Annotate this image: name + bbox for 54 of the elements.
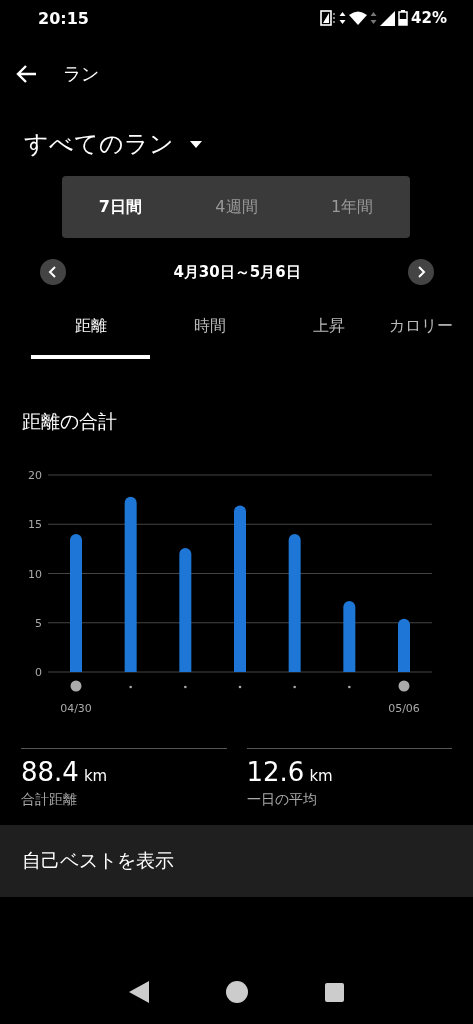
wifi-icon [349, 11, 368, 25]
day-dot [184, 685, 187, 689]
distance-bar[interactable] [398, 618, 410, 672]
day-dot [238, 685, 242, 689]
day-dot [129, 685, 132, 689]
date-marker [70, 680, 82, 692]
day-dot [293, 685, 296, 689]
x-axis-label: 04/30 [60, 702, 92, 715]
chevron-right-icon [416, 265, 426, 279]
distance-bar[interactable] [288, 534, 301, 672]
signal-icon [380, 10, 396, 26]
distance-bar[interactable] [124, 496, 137, 672]
next-button[interactable] [408, 259, 434, 285]
period-tab[interactable]: 4週間 [209, 192, 264, 222]
y-axis-label: 10 [28, 567, 42, 581]
home-icon[interactable] [226, 981, 248, 1003]
section-title: 距離の合計 [21, 409, 118, 434]
stat-unit: km [309, 767, 333, 785]
period-tab[interactable]: 1年間 [325, 192, 380, 222]
metric-tab[interactable]: 時間 [150, 311, 269, 359]
previous-button[interactable] [40, 259, 66, 285]
personal-best-button[interactable]: 自己ベストを表示 [0, 825, 473, 897]
data-arrows-icon [339, 11, 347, 25]
battery-icon [398, 10, 409, 26]
stat-value: 88.4 [21, 757, 79, 787]
y-axis-label: 0 [35, 666, 42, 679]
stat-value: 12.6 [246, 757, 305, 787]
y-axis-label: 5 [35, 616, 42, 630]
screen-title: ラン [63, 62, 99, 86]
distance-bar[interactable] [179, 547, 192, 672]
recents-icon[interactable] [325, 982, 345, 1002]
battery-percent: 42% [411, 9, 447, 27]
stat-label: 一日の平均 [246, 791, 318, 809]
stat-unit: km [83, 767, 108, 785]
x-axis-label: 05/06 [388, 702, 420, 715]
back-icon[interactable] [128, 981, 149, 1003]
battery-saver-icon [320, 10, 337, 26]
stat-label: 合計距離 [21, 791, 78, 809]
back-arrow-icon[interactable] [15, 64, 37, 84]
dropdown-icon[interactable] [190, 140, 202, 148]
day-dot [348, 685, 351, 689]
metric-tab[interactable]: カロリー [389, 311, 453, 359]
chevron-left-icon [48, 265, 58, 279]
y-axis-label: 15 [28, 518, 42, 532]
activity-filter[interactable]: すべてのラン [24, 128, 174, 160]
distance-bar[interactable] [343, 601, 356, 672]
metric-tab[interactable]: 上昇 [269, 311, 388, 359]
period-tab[interactable]: 7日間 [92, 192, 148, 222]
status-time: 20:15 [38, 8, 89, 28]
date-marker [398, 680, 410, 692]
data-arrows-icon [370, 11, 378, 25]
y-axis-label: 20 [28, 469, 42, 482]
date-range: 4月30日～5月6日 [173, 262, 301, 282]
metric-tab[interactable]: 距離 [31, 311, 150, 359]
